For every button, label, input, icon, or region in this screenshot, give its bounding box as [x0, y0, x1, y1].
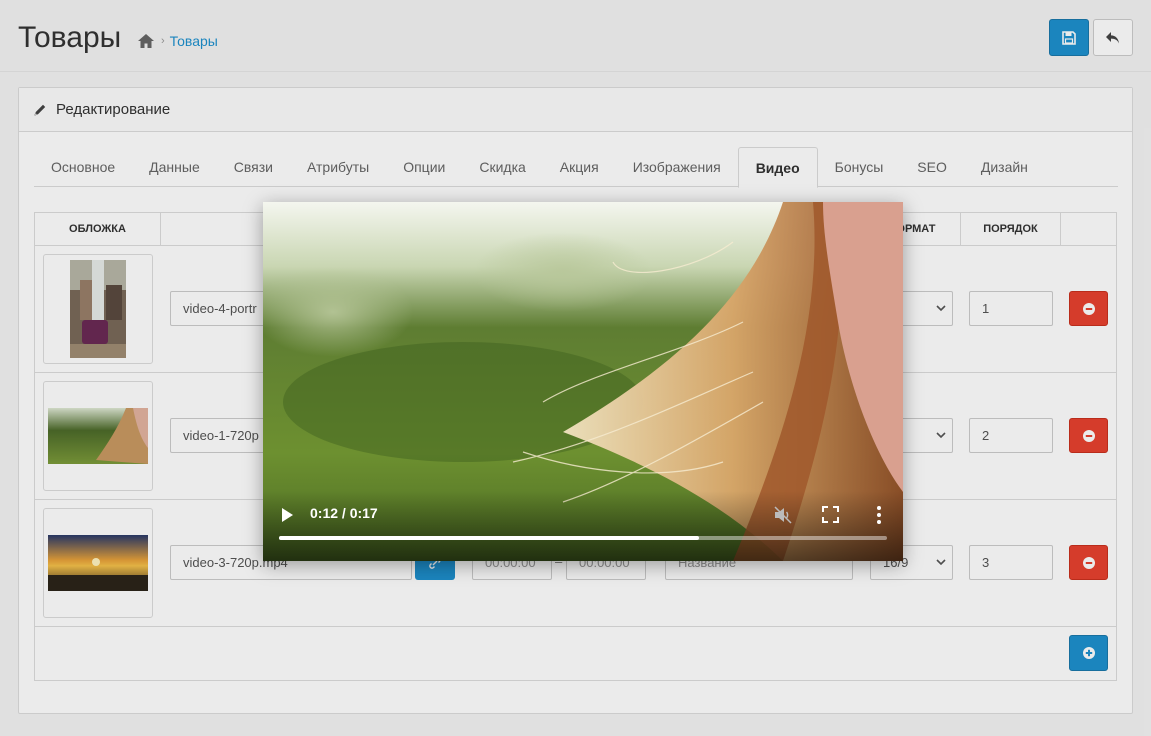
fullscreen-icon[interactable] — [822, 506, 839, 523]
play-icon[interactable] — [279, 506, 295, 524]
video-time: 0:12 / 0:17 — [310, 505, 378, 521]
volume-off-icon[interactable] — [773, 505, 793, 525]
video-controls: 0:12 / 0:17 — [263, 491, 903, 561]
progress-fill — [279, 536, 699, 540]
more-options-icon[interactable] — [871, 504, 887, 526]
progress-bar[interactable] — [279, 536, 887, 540]
video-player[interactable]: 0:12 / 0:17 — [263, 202, 903, 561]
